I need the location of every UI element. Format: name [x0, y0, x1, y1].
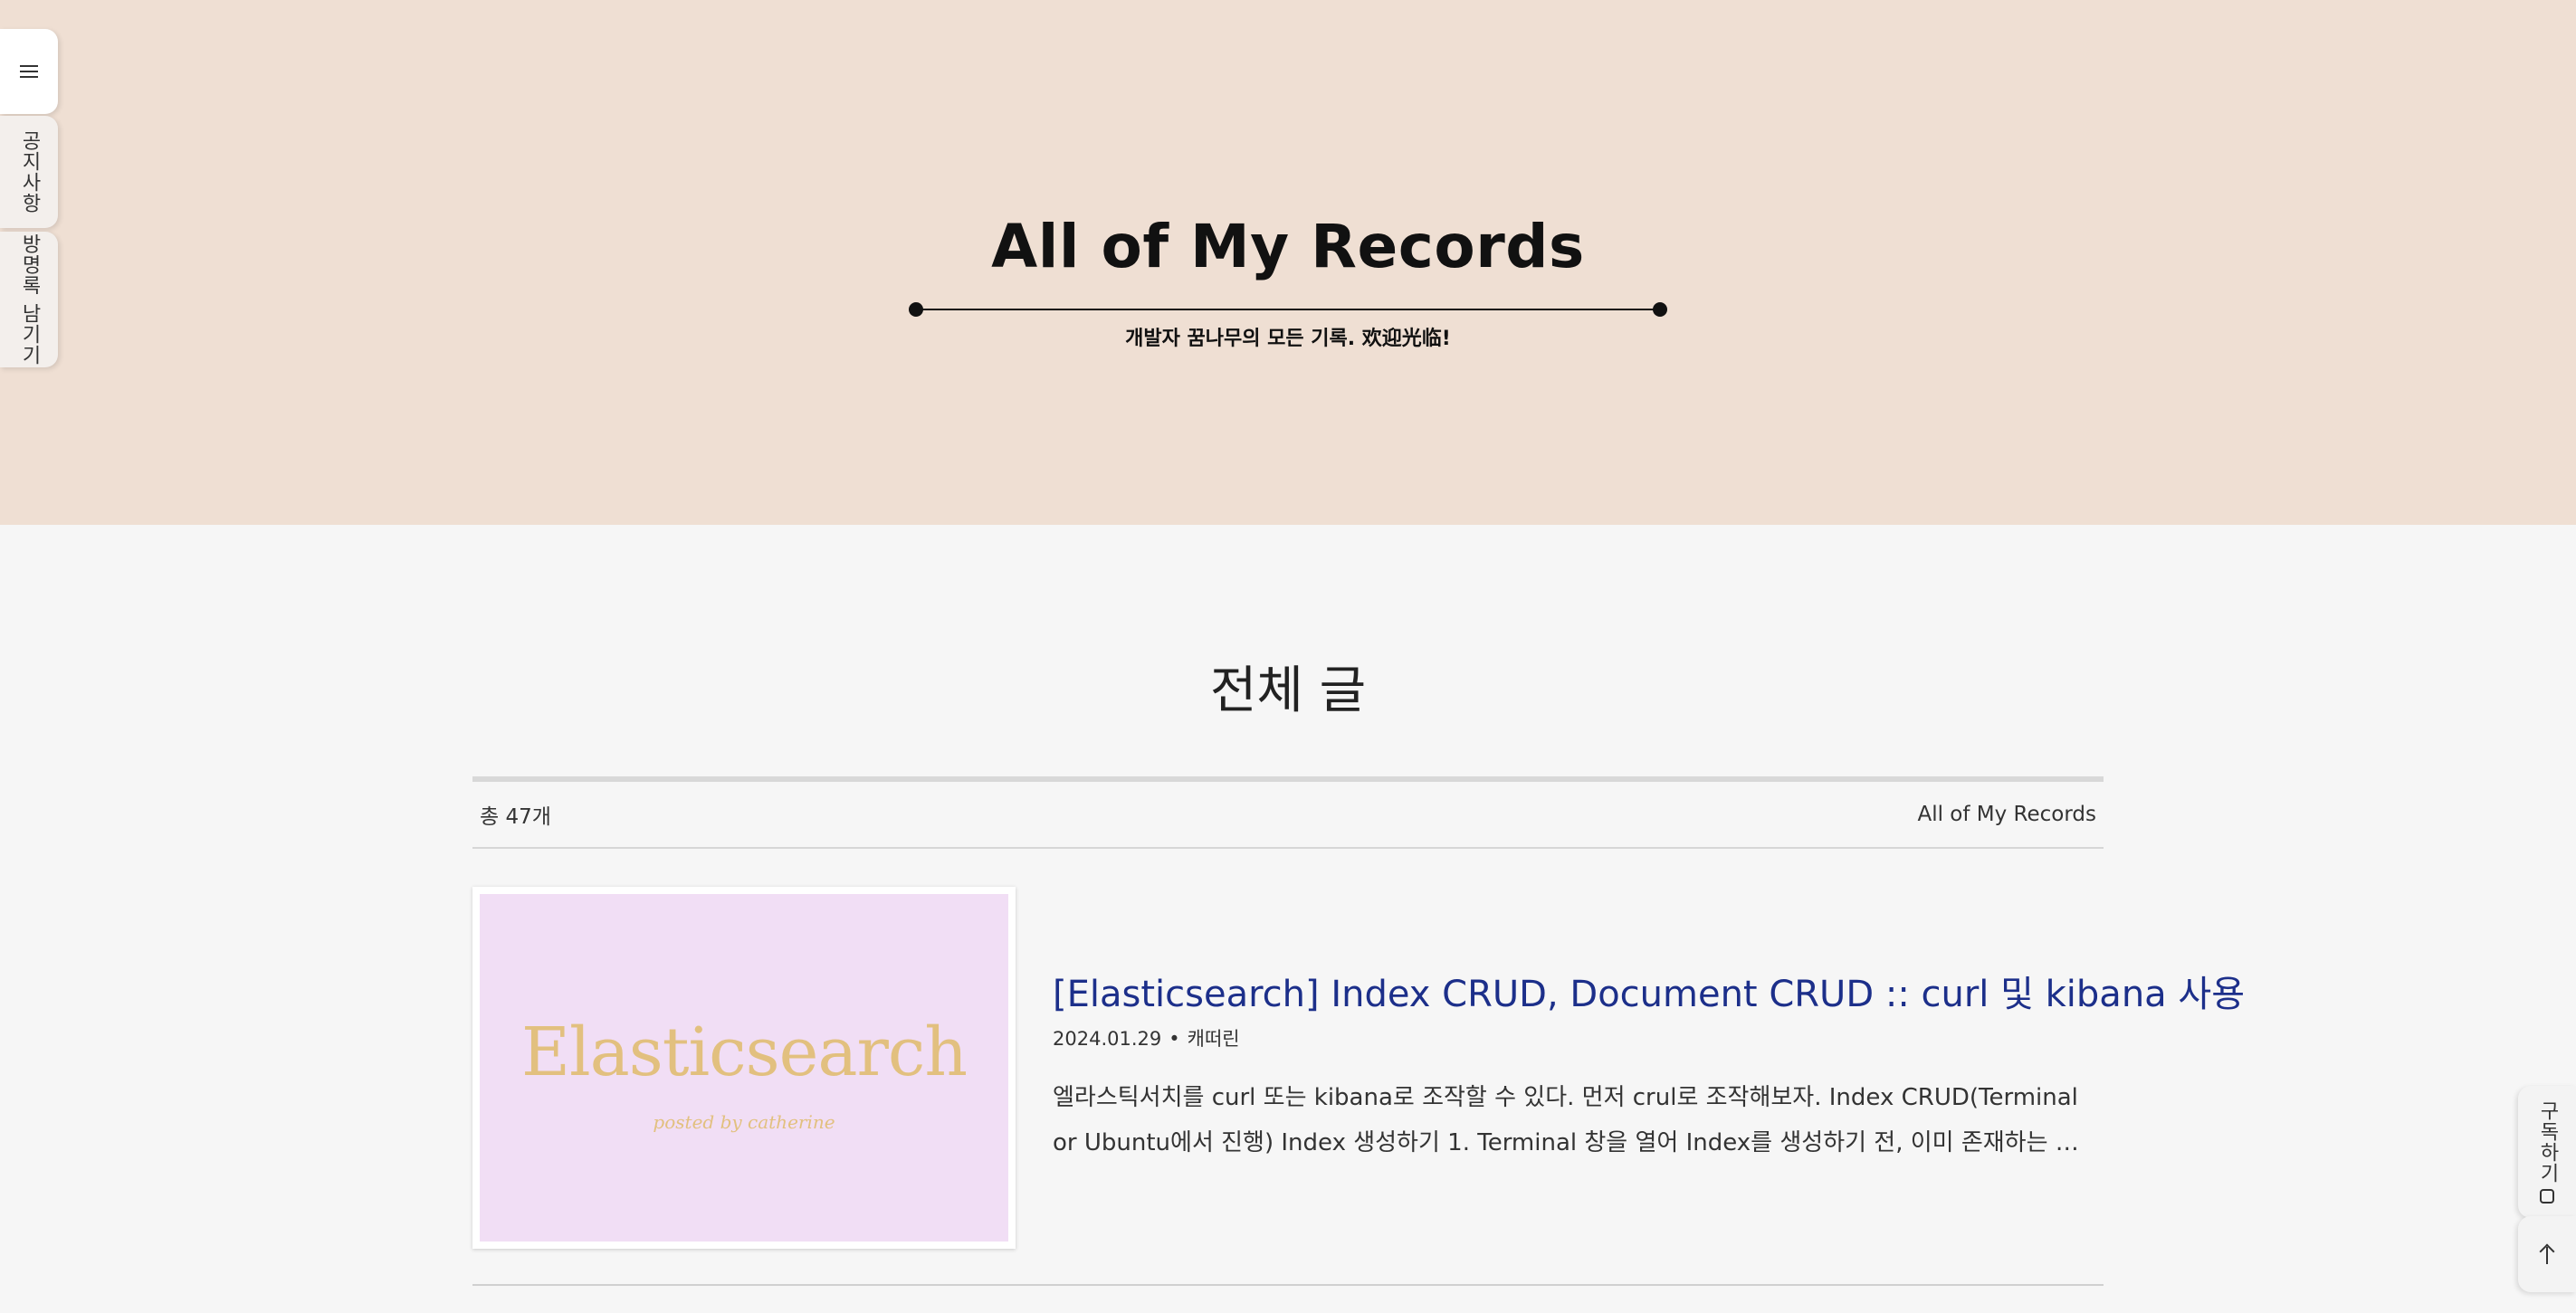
site-title[interactable]: All of My Records: [0, 217, 2576, 277]
title-divider: [909, 302, 1667, 317]
menu-toggle-button[interactable]: [0, 29, 58, 114]
divider-dot-right: [1653, 302, 1667, 317]
page-heading: 전체 글: [1209, 661, 1367, 720]
subscribe-button[interactable]: 구독하기: [2518, 1086, 2576, 1218]
post-thumbnail[interactable]: Elasticsearch posted by catherine: [472, 887, 1016, 1249]
post-meta: 2024.01.29 • 캐떠린: [1053, 1024, 1240, 1051]
subscribe-label: 구독하기: [2536, 1100, 2559, 1184]
post-excerpt[interactable]: 엘라스틱서치를 curl 또는 kibana로 조작할 수 있다. 먼저 cru…: [1053, 1075, 2094, 1166]
list-meta-bar: 총 47개 All of My Records: [472, 782, 2104, 849]
blog-header: All of My Records 개발자 꿈나무의 모든 기록. 欢迎光临!: [0, 0, 2576, 525]
post-item[interactable]: Elasticsearch posted by catherine [Elast…: [472, 887, 2245, 1249]
meta-separator: •: [1169, 1028, 1180, 1050]
guestbook-tab[interactable]: 방명록 남기기: [0, 232, 58, 367]
site-subtitle: 개발자 꿈나무의 모든 기록. 欢迎光临!: [1125, 328, 1451, 350]
notice-tab[interactable]: 공지사항: [0, 116, 58, 228]
bell-icon: [2540, 1189, 2554, 1204]
post-date: 2024.01.29: [1053, 1028, 1162, 1050]
thumbnail-image: Elasticsearch posted by catherine: [480, 894, 1008, 1242]
scroll-top-button[interactable]: [2518, 1216, 2576, 1292]
post-divider: [472, 1284, 2104, 1286]
divider-dot-left: [909, 302, 923, 317]
thumbnail-title: Elasticsearch: [521, 1013, 968, 1091]
hamburger-icon: [20, 65, 38, 78]
post-category: 캐떠린: [1187, 1028, 1240, 1050]
notice-tab-label: 공지사항: [18, 130, 41, 214]
arrow-up-icon: [2539, 1243, 2555, 1264]
blog-name-label: All of My Records: [1917, 803, 2096, 826]
post-title-link[interactable]: [Elasticsearch] Index CRUD, Document CRU…: [1053, 965, 2245, 1017]
post-total-count: 총 47개: [480, 805, 551, 829]
thumbnail-subtitle: posted by catherine: [653, 1111, 835, 1133]
guestbook-tab-label: 방명록 남기기: [18, 233, 41, 366]
